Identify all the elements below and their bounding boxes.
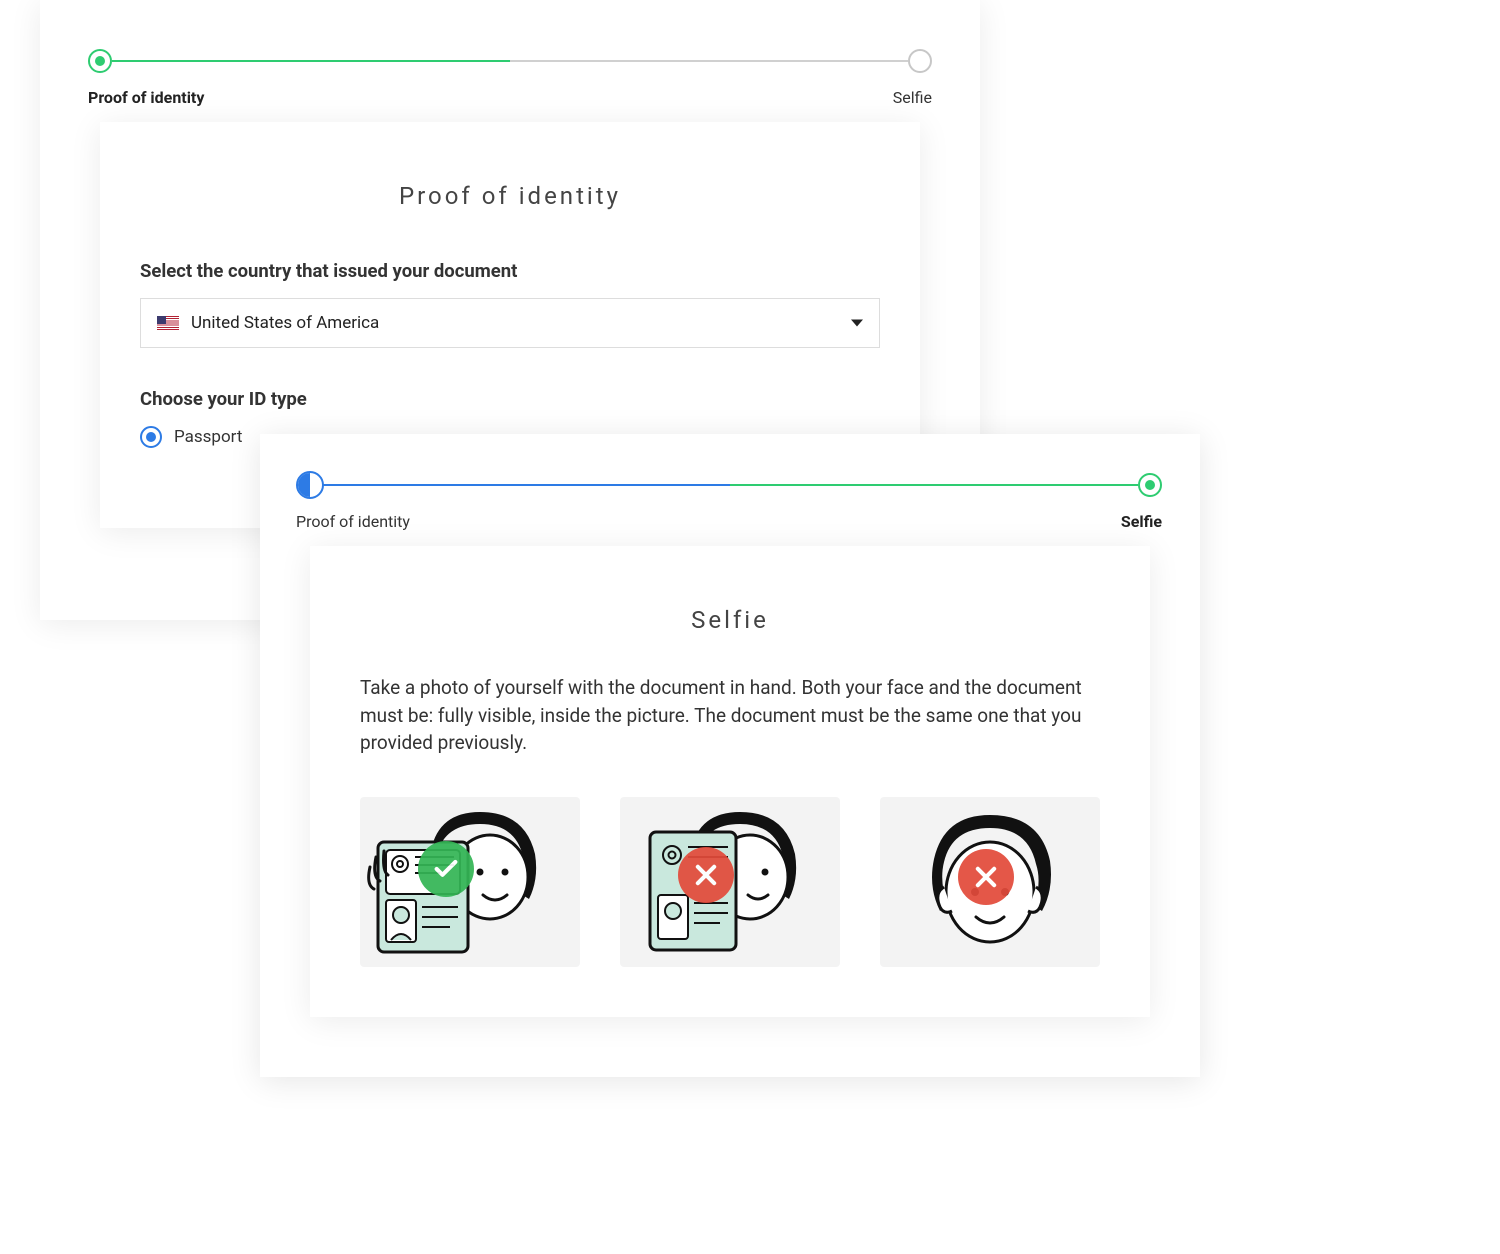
progress-label-step1: Proof of identity xyxy=(88,88,204,107)
progress-label-step1: Proof of identity xyxy=(296,512,410,531)
selfie-example-correct xyxy=(360,797,580,967)
progress-fill xyxy=(112,60,510,62)
progress-dot-step1[interactable] xyxy=(88,49,112,73)
check-icon xyxy=(418,841,474,897)
cross-icon xyxy=(678,847,734,903)
country-selected-value: United States of America xyxy=(191,313,379,333)
progress-line xyxy=(112,60,908,62)
progress-label-step2: Selfie xyxy=(1121,512,1162,531)
progress-fill-step1 xyxy=(322,484,730,486)
progress-fill-step2 xyxy=(730,484,1138,486)
country-label: Select the country that issued your docu… xyxy=(140,260,880,282)
chevron-down-icon xyxy=(851,320,863,327)
country-select[interactable]: United States of America xyxy=(140,298,880,348)
progress-dot-step2[interactable] xyxy=(1138,473,1162,497)
selfie-screen: Proof of identity Selfie Selfie Take a p… xyxy=(260,434,1200,1077)
progress-label-step2: Selfie xyxy=(893,88,932,107)
progress-line xyxy=(322,484,1138,486)
panel-title: Proof of identity xyxy=(140,182,880,210)
radio-passport[interactable] xyxy=(140,426,162,448)
radio-passport-label: Passport xyxy=(174,427,242,447)
us-flag-icon xyxy=(157,316,179,330)
cross-icon xyxy=(958,849,1014,905)
selfie-examples xyxy=(360,797,1100,967)
progress-stepper: Proof of identity Selfie xyxy=(310,484,1150,486)
id-type-label: Choose your ID type xyxy=(140,388,880,410)
selfie-instructions: Take a photo of yourself with the docume… xyxy=(360,674,1100,757)
selfie-panel: Selfie Take a photo of yourself with the… xyxy=(310,546,1150,1017)
progress-stepper: Proof of identity Selfie xyxy=(100,60,920,62)
progress-dot-step2[interactable] xyxy=(908,49,932,73)
progress-dot-step1[interactable] xyxy=(296,471,324,499)
selfie-example-incorrect-covered xyxy=(620,797,840,967)
selfie-example-incorrect-nodoc xyxy=(880,797,1100,967)
panel-title: Selfie xyxy=(360,606,1100,634)
